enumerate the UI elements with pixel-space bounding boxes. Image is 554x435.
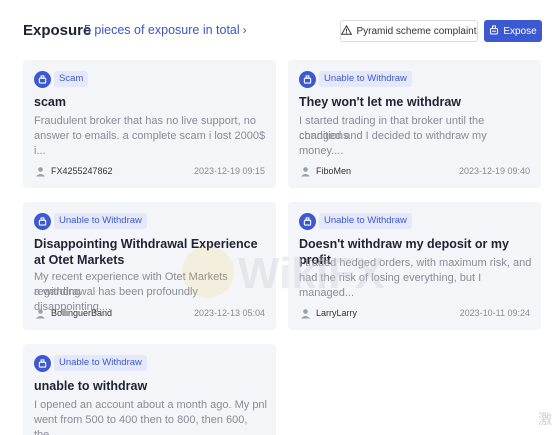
- author: FiboMen: [299, 165, 351, 177]
- card-footer: FX4255247862 2023-12-19 09:15: [34, 164, 265, 178]
- author-name: LarryLarry: [316, 308, 358, 318]
- category-tag: Unable to Withdraw: [34, 212, 147, 230]
- exposure-badge-icon: [34, 212, 51, 230]
- author: FX4255247862: [34, 165, 113, 177]
- card-footer: LarryLarry 2023-10-11 09:24: [299, 306, 530, 320]
- user-avatar-icon: [34, 165, 46, 177]
- card-excerpt-line: went from 500 to 400 then to 800, then 6…: [34, 414, 248, 435]
- card-excerpt-line: I opened an account about a month ago. M…: [34, 399, 267, 411]
- card-title: Disappointing Withdrawal Experience at O…: [34, 237, 258, 267]
- category-tag-label: Unable to Withdraw: [54, 355, 147, 371]
- exposure-badge-icon: [34, 354, 51, 372]
- category-tag: Scam: [34, 70, 89, 88]
- author: LarryLarry: [299, 307, 357, 319]
- exposure-card[interactable]: Unable to Withdraw unable to withdraw I …: [23, 344, 276, 435]
- exposure-card[interactable]: Unable to Withdraw They won't let me wit…: [288, 60, 541, 188]
- card-date: 2023-10-11 09:24: [459, 308, 530, 318]
- warning-icon: [341, 24, 353, 38]
- author: BollinguerBand: [34, 307, 112, 319]
- card-title: scam: [34, 95, 66, 109]
- author-name: BollinguerBand: [51, 308, 113, 318]
- expose-button-label: Expose: [503, 25, 537, 37]
- category-tag: Unable to Withdraw: [299, 212, 412, 230]
- card-excerpt-line: answer to emails. a complete scam i lost…: [34, 130, 266, 157]
- category-tag: Unable to Withdraw: [34, 354, 147, 372]
- page-title: Exposure: [23, 22, 92, 39]
- pyramid-complaint-button[interactable]: Pyramid scheme complaint: [340, 20, 478, 42]
- card-date: 2023-12-19 09:40: [458, 166, 530, 176]
- category-tag-label: Unable to Withdraw: [54, 213, 147, 229]
- card-excerpt-line: Fraudulent broker that has no live suppo…: [34, 115, 256, 127]
- complaint-button-label: Pyramid scheme complaint: [356, 25, 477, 37]
- author-name: FX4255247862: [51, 166, 113, 176]
- corner-glyph: 激: [538, 411, 552, 427]
- card-excerpt-line: changed and I decided to withdraw my mon…: [299, 130, 487, 157]
- exposure-badge-icon: [299, 70, 316, 88]
- card-footer: FiboMen 2023-12-19 09:40: [299, 164, 530, 178]
- card-title: unable to withdraw: [34, 379, 148, 393]
- exposure-badge-icon: [34, 70, 51, 88]
- category-tag-label: Scam: [54, 71, 89, 87]
- card-excerpt-line: I traded hedged orders, with maximum ris…: [299, 257, 532, 269]
- card-date: 2023-12-19 09:15: [193, 166, 265, 176]
- card-excerpt-line: had the risk of losing everything, but I…: [299, 272, 482, 299]
- chevron-right-icon: ›: [242, 23, 247, 37]
- exposure-badge-icon: [299, 212, 316, 230]
- category-tag-label: Unable to Withdraw: [319, 71, 412, 87]
- card-date: 2023-12-13 05:04: [193, 308, 265, 318]
- user-avatar-icon: [299, 165, 311, 177]
- exposure-header: Exposure 5 pieces of exposure in total › …: [0, 0, 554, 60]
- card-footer: BollinguerBand 2023-12-13 05:04: [34, 306, 265, 320]
- category-tag-label: Unable to Withdraw: [319, 213, 412, 229]
- exposure-total-label: 5 pieces of exposure in total: [84, 23, 240, 37]
- category-tag: Unable to Withdraw: [299, 70, 412, 88]
- exposure-total-link[interactable]: 5 pieces of exposure in total ›: [84, 23, 247, 37]
- exposure-card[interactable]: Unable to Withdraw Doesn't withdraw my d…: [288, 202, 541, 330]
- user-avatar-icon: [34, 307, 46, 319]
- card-title: They won't let me withdraw: [299, 95, 462, 109]
- exposure-card[interactable]: Scam scam Fraudulent broker that has no …: [23, 60, 276, 188]
- user-avatar-icon: [299, 307, 311, 319]
- author-name: FiboMen: [316, 166, 352, 176]
- exposure-card[interactable]: Unable to Withdraw Disappointing Withdra…: [23, 202, 276, 330]
- expose-button[interactable]: Expose: [484, 20, 542, 42]
- expose-icon: [489, 25, 499, 38]
